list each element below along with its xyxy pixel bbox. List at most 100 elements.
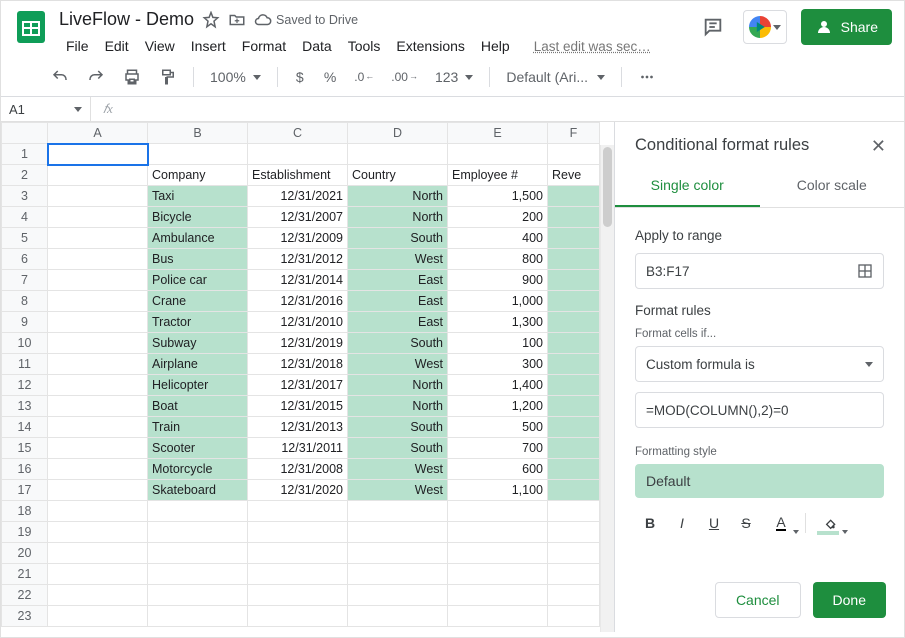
row-header-12[interactable]: 12 [2, 375, 48, 396]
scrollbar-vertical[interactable] [600, 145, 614, 632]
cell[interactable]: 200 [448, 207, 548, 228]
cell[interactable]: East [348, 312, 448, 333]
cell[interactable]: 12/31/2015 [248, 396, 348, 417]
cell[interactable] [548, 459, 600, 480]
cell[interactable] [548, 396, 600, 417]
cell[interactable] [548, 480, 600, 501]
cell[interactable] [48, 354, 148, 375]
cell[interactable]: Motorcycle [148, 459, 248, 480]
cell[interactable] [48, 291, 148, 312]
formula-input[interactable]: =MOD(COLUMN(),2)=0 [635, 392, 884, 428]
header-cell[interactable]: Employee # [448, 165, 548, 186]
cell[interactable] [448, 585, 548, 606]
cell[interactable]: 12/31/2020 [248, 480, 348, 501]
document-title[interactable]: LiveFlow - Demo [59, 9, 194, 30]
cell[interactable]: 1,200 [448, 396, 548, 417]
undo-icon[interactable] [45, 64, 75, 90]
cell[interactable]: North [348, 186, 448, 207]
cell[interactable]: 600 [448, 459, 548, 480]
spreadsheet-grid[interactable]: ABCDEF12CompanyEstablishmentCountryEmplo… [1, 122, 600, 627]
cell[interactable] [48, 438, 148, 459]
cell[interactable] [548, 375, 600, 396]
cell[interactable]: 12/31/2012 [248, 249, 348, 270]
cell[interactable] [448, 543, 548, 564]
cell[interactable]: 1,000 [448, 291, 548, 312]
cell[interactable]: 12/31/2016 [248, 291, 348, 312]
row-header-17[interactable]: 17 [2, 480, 48, 501]
cell[interactable]: Crane [148, 291, 248, 312]
cell[interactable]: Train [148, 417, 248, 438]
cell[interactable]: South [348, 228, 448, 249]
cell[interactable] [48, 543, 148, 564]
cell[interactable] [548, 207, 600, 228]
cell[interactable] [48, 207, 148, 228]
cell[interactable]: Bus [148, 249, 248, 270]
cell[interactable]: 12/31/2017 [248, 375, 348, 396]
cell[interactable] [548, 564, 600, 585]
cell[interactable]: 12/31/2007 [248, 207, 348, 228]
fill-color-button[interactable] [812, 508, 848, 538]
row-header-20[interactable]: 20 [2, 543, 48, 564]
cell[interactable]: North [348, 207, 448, 228]
cell[interactable] [148, 501, 248, 522]
cell[interactable]: West [348, 249, 448, 270]
cell[interactable]: 12/31/2008 [248, 459, 348, 480]
row-header-15[interactable]: 15 [2, 438, 48, 459]
col-header-D[interactable]: D [348, 123, 448, 144]
col-header-B[interactable]: B [148, 123, 248, 144]
italic-button[interactable]: I [667, 508, 697, 538]
row-header-19[interactable]: 19 [2, 522, 48, 543]
cell[interactable]: Skateboard [148, 480, 248, 501]
done-button[interactable]: Done [813, 582, 886, 618]
cell[interactable]: 12/31/2013 [248, 417, 348, 438]
cell[interactable]: 1,300 [448, 312, 548, 333]
cell[interactable] [148, 543, 248, 564]
cell[interactable] [348, 501, 448, 522]
paint-format-icon[interactable] [153, 64, 183, 90]
increase-decimals[interactable]: .00→ [385, 64, 423, 90]
header-cell[interactable]: Reve [548, 165, 600, 186]
cell[interactable] [348, 522, 448, 543]
cell[interactable]: South [348, 417, 448, 438]
zoom-select[interactable]: 100% [204, 69, 267, 85]
cell[interactable] [48, 396, 148, 417]
move-folder-icon[interactable] [228, 11, 246, 29]
header-cell[interactable]: Establishment [248, 165, 348, 186]
cell[interactable] [548, 417, 600, 438]
cell[interactable]: 1,500 [448, 186, 548, 207]
cell[interactable] [548, 354, 600, 375]
header-cell[interactable]: Country [348, 165, 448, 186]
cell[interactable]: 12/31/2009 [248, 228, 348, 249]
cell[interactable]: Taxi [148, 186, 248, 207]
comments-icon[interactable] [697, 11, 729, 43]
cell[interactable]: 300 [448, 354, 548, 375]
cell[interactable]: 1,400 [448, 375, 548, 396]
cell[interactable] [148, 144, 248, 165]
cell[interactable] [48, 249, 148, 270]
cell[interactable] [548, 543, 600, 564]
star-icon[interactable] [202, 11, 220, 29]
row-header-11[interactable]: 11 [2, 354, 48, 375]
menu-file[interactable]: File [59, 34, 96, 58]
row-header-7[interactable]: 7 [2, 270, 48, 291]
cell[interactable] [148, 585, 248, 606]
print-icon[interactable] [117, 64, 147, 90]
cell[interactable]: 700 [448, 438, 548, 459]
cell[interactable]: 12/31/2019 [248, 333, 348, 354]
share-button[interactable]: Share [801, 9, 892, 45]
cell[interactable] [48, 459, 148, 480]
cancel-button[interactable]: Cancel [715, 582, 801, 618]
text-color-button[interactable]: A [763, 508, 799, 538]
cell[interactable] [148, 564, 248, 585]
format-percent[interactable]: % [318, 64, 342, 90]
cell[interactable] [548, 585, 600, 606]
cell[interactable] [548, 144, 600, 165]
font-select[interactable]: Default (Ari... [500, 69, 611, 85]
redo-icon[interactable] [81, 64, 111, 90]
cell[interactable] [548, 333, 600, 354]
header-cell[interactable]: Company [148, 165, 248, 186]
underline-button[interactable]: U [699, 508, 729, 538]
cell[interactable] [348, 585, 448, 606]
cell[interactable] [48, 375, 148, 396]
cell[interactable]: Airplane [148, 354, 248, 375]
